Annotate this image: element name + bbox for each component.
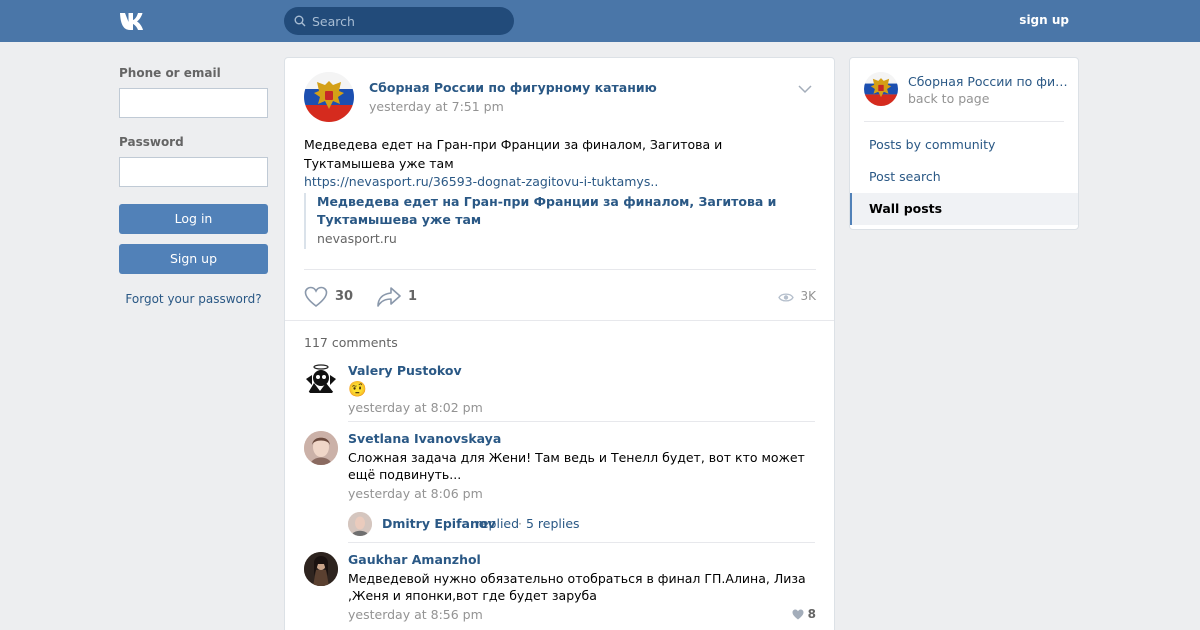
avatar[interactable] [304, 363, 338, 397]
avatar[interactable] [304, 552, 338, 586]
signup-button[interactable]: Sign up [119, 244, 268, 274]
divider [864, 121, 1064, 122]
comment-item: Gaukhar Amanzhol Медведевой нужно обязат… [304, 552, 816, 630]
search-input[interactable] [312, 7, 507, 35]
like-count: 30 [335, 289, 354, 304]
views-count: 3K [800, 289, 816, 303]
phone-input[interactable] [119, 88, 268, 118]
link-snippet[interactable]: Медведева едет на Гран-при Франции за фи… [304, 193, 816, 249]
header-signup-link[interactable]: sign up [1019, 13, 1069, 27]
post-url-link[interactable]: https://nevasport.ru/36593-dognat-zagito… [304, 174, 658, 189]
heart-icon[interactable] [304, 286, 328, 308]
replied-label: replied [476, 516, 520, 531]
community-nav: Сборная России по фигурному катанию back… [849, 57, 1079, 230]
post-time[interactable]: yesterday at 7:51 pm [369, 99, 504, 114]
post-author-link[interactable]: Сборная России по фигурному катанию [369, 80, 657, 95]
divider [348, 421, 815, 422]
share-count: 1 [408, 289, 418, 304]
separator-dot: · [518, 516, 522, 531]
replies-count-link[interactable]: 5 replies [526, 516, 580, 531]
comment-time[interactable]: yesterday at 8:06 pm [348, 486, 483, 501]
back-to-page-label[interactable]: back to page [908, 91, 989, 106]
post-actions: 30 1 3K [304, 286, 816, 308]
search-icon [294, 15, 306, 27]
comments-count: 117 comments [304, 335, 398, 350]
heart-icon [792, 609, 804, 620]
coat-of-arms-icon [864, 72, 898, 106]
divider [348, 542, 815, 543]
comment-time[interactable]: yesterday at 8:56 pm [348, 607, 483, 622]
comment-item: Valery Pustokov 🤨 yesterday at 8:02 pm [304, 363, 816, 423]
divider [285, 320, 834, 321]
comment-text: 🤨 [348, 380, 367, 398]
chevron-down-icon[interactable] [798, 84, 812, 94]
community-name-link[interactable]: Сборная России по фигурному катанию [908, 74, 1068, 89]
community-avatar[interactable] [864, 72, 898, 106]
comment-item: Svetlana Ivanovskaya Сложная задача для … [304, 431, 816, 543]
coat-of-arms-icon [304, 72, 354, 122]
comment-author-link[interactable]: Valery Pustokov [348, 363, 462, 378]
phone-label: Phone or email [119, 66, 221, 80]
post-text: Медведева едет на Гран-при Франции за фи… [304, 137, 723, 171]
password-input[interactable] [119, 157, 268, 187]
replies-row[interactable]: Dmitry Epifanov replied · 5 replies [348, 512, 815, 536]
comment-like-count: 8 [807, 607, 816, 621]
login-button[interactable]: Log in [119, 204, 268, 234]
forgot-password-link[interactable]: Forgot your password? [119, 292, 268, 306]
comment-text: Сложная задача для Жени! Там ведь и Тене… [348, 450, 805, 482]
nav-wall-posts[interactable]: Wall posts [850, 193, 1078, 225]
avatar[interactable] [348, 512, 372, 536]
divider [304, 269, 816, 270]
comment-like[interactable]: 8 [792, 607, 816, 621]
share-icon[interactable] [376, 286, 402, 308]
search-box [284, 7, 514, 35]
snippet-title[interactable]: Медведева едет на Гран-при Франции за фи… [317, 193, 816, 229]
snippet-domain: nevasport.ru [317, 231, 397, 246]
password-label: Password [119, 135, 184, 149]
nav-post-search[interactable]: Post search [850, 161, 1078, 193]
login-panel: Phone or email Password Log in Sign up F… [119, 66, 268, 306]
top-header: sign up [0, 0, 1200, 42]
eye-icon [778, 293, 794, 302]
post-card: Сборная России по фигурному катанию yest… [284, 57, 835, 630]
comment-author-link[interactable]: Gaukhar Amanzhol [348, 552, 481, 567]
vk-logo-icon[interactable] [118, 10, 152, 32]
nav-posts-by-community[interactable]: Posts by community [850, 129, 1078, 161]
community-avatar[interactable] [304, 72, 354, 122]
avatar[interactable] [304, 431, 338, 465]
comment-author-link[interactable]: Svetlana Ivanovskaya [348, 431, 501, 446]
comment-time[interactable]: yesterday at 8:02 pm [348, 400, 483, 415]
comment-text: Медведевой нужно обязательно отобраться … [348, 571, 806, 603]
